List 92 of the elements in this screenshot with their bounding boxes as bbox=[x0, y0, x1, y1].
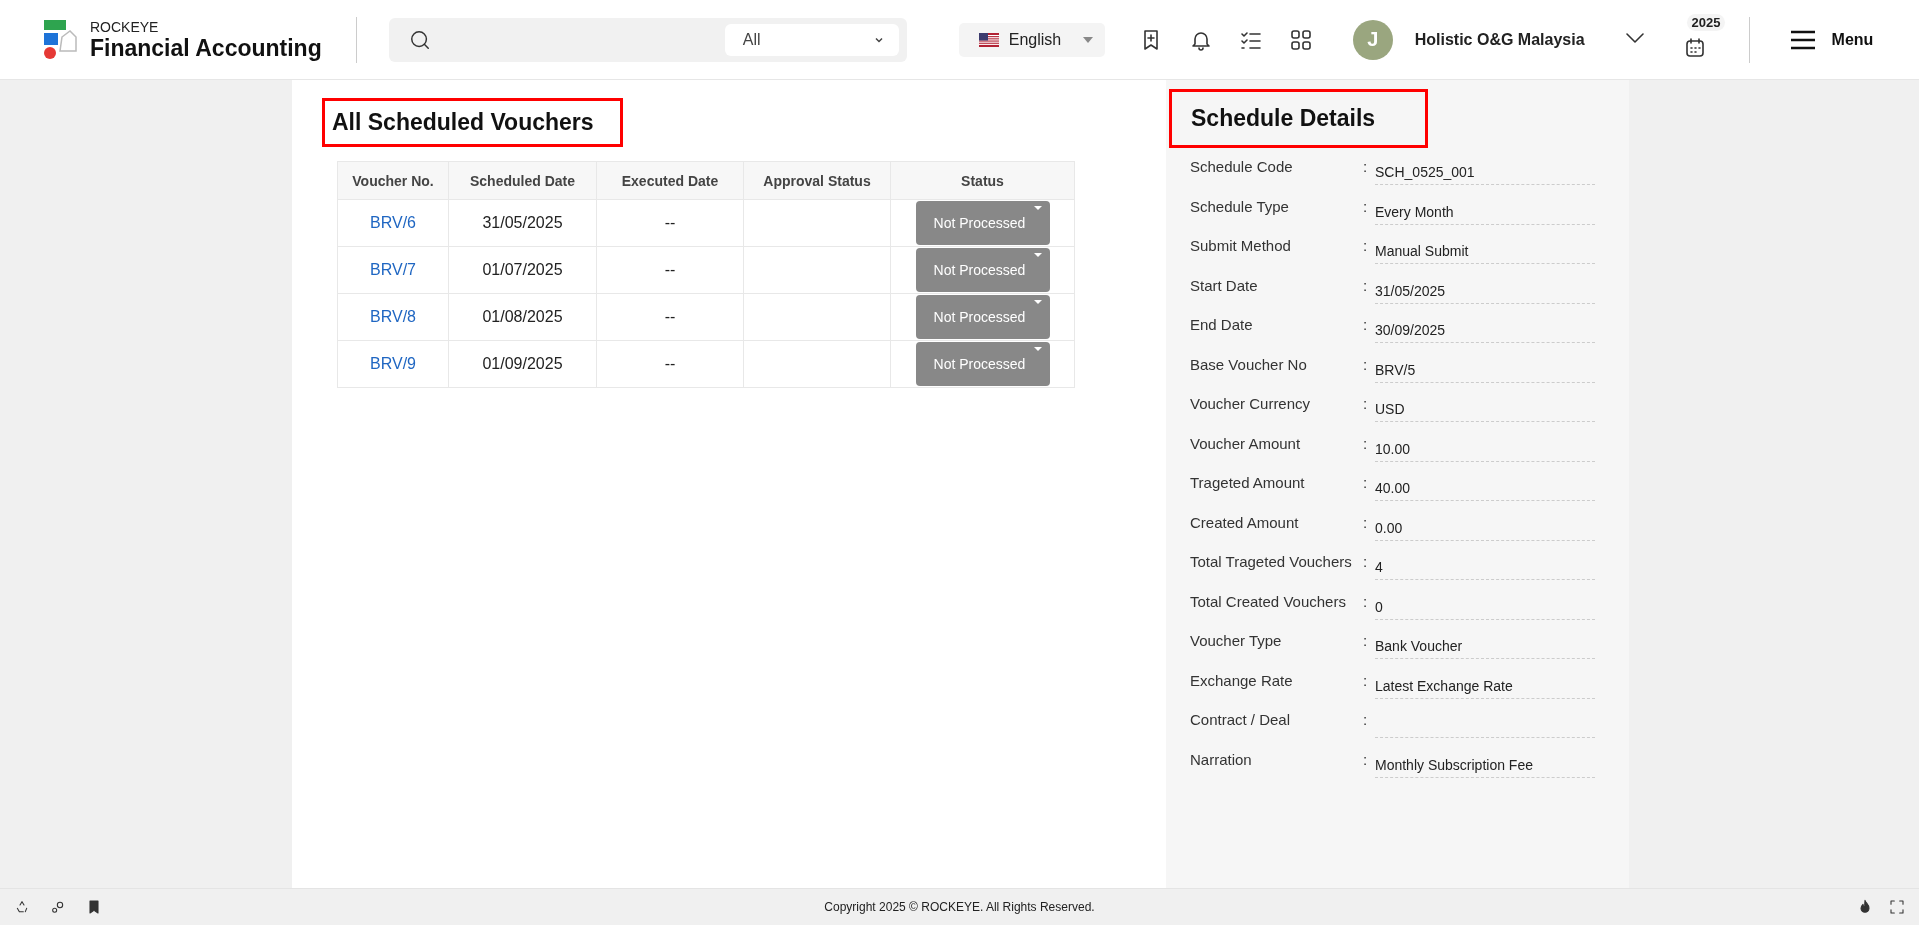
flame-icon[interactable] bbox=[1857, 899, 1873, 915]
column-header: Voucher No. bbox=[337, 161, 449, 200]
field-label: Voucher Currency bbox=[1190, 394, 1312, 412]
column-header: Approval Status bbox=[743, 161, 891, 200]
field-value: 40.00 bbox=[1375, 480, 1411, 496]
field-value: Monthly Subscription Fee bbox=[1375, 756, 1533, 773]
field-label: Narration bbox=[1190, 749, 1253, 768]
status-dropdown[interactable]: Not Processed bbox=[915, 248, 1050, 292]
colon: : bbox=[1363, 512, 1369, 531]
table-cell: -- bbox=[596, 293, 744, 341]
field-label: Created Amount bbox=[1190, 512, 1300, 531]
grid-icon[interactable] bbox=[1288, 27, 1313, 52]
field-value: 0.00 bbox=[1375, 519, 1403, 536]
field-value: BRV/5 bbox=[1375, 361, 1416, 378]
field-value: USD bbox=[1375, 401, 1405, 417]
column-header: Scheduled Date bbox=[448, 161, 597, 200]
field-label: Start Date bbox=[1190, 275, 1259, 294]
field-value: 10.00 bbox=[1375, 440, 1411, 457]
colon: : bbox=[1363, 157, 1369, 175]
colon: : bbox=[1363, 710, 1369, 728]
table-cell: -- bbox=[596, 246, 744, 294]
voucher-link[interactable]: BRV/6 bbox=[370, 214, 416, 231]
caret-icon bbox=[1033, 300, 1042, 304]
colon: : bbox=[1363, 670, 1369, 689]
field-label: Base Voucher No bbox=[1190, 354, 1308, 373]
field-label: Voucher Type bbox=[1190, 631, 1283, 649]
colon: : bbox=[1363, 236, 1369, 254]
search-field[interactable]: All bbox=[388, 17, 907, 62]
company-name: Holistic O&G Malaysia bbox=[1414, 30, 1585, 49]
section-title: Schedule Details bbox=[1169, 89, 1429, 148]
colon: : bbox=[1363, 196, 1369, 215]
caret-icon bbox=[1082, 36, 1093, 43]
voucher-link[interactable]: BRV/8 bbox=[370, 308, 416, 325]
table-cell: 01/08/2025 bbox=[448, 293, 597, 341]
caret-icon bbox=[1033, 347, 1042, 351]
voucher-link[interactable]: BRV/9 bbox=[370, 355, 416, 372]
field-label: Total Trageted Vouchers bbox=[1190, 552, 1353, 570]
colon: : bbox=[1363, 275, 1369, 294]
field-label: Total Created Vouchers bbox=[1190, 591, 1347, 610]
field-label: End Date bbox=[1190, 315, 1254, 333]
table-cell: 31/05/2025 bbox=[448, 199, 597, 247]
table-cell: 01/09/2025 bbox=[448, 340, 597, 388]
table-cell: -- bbox=[596, 199, 744, 247]
bookmark-icon[interactable] bbox=[86, 899, 102, 915]
menu-icon bbox=[1789, 29, 1816, 50]
app-logo bbox=[42, 18, 78, 61]
colon: : bbox=[1363, 552, 1369, 570]
language-selector[interactable]: English bbox=[958, 22, 1105, 57]
copyright-text: Copyright 2025 © ROCKEYE. All Rights Reserved. bbox=[823, 900, 1096, 914]
field-value: 0 bbox=[1375, 598, 1383, 615]
field-value: Every Month bbox=[1375, 203, 1454, 220]
search-icon[interactable] bbox=[408, 28, 431, 51]
column-header: Status bbox=[890, 161, 1075, 200]
status-dropdown[interactable]: Not Processed bbox=[915, 201, 1050, 245]
colon: : bbox=[1363, 315, 1369, 333]
field-value: SCH_0525_001 bbox=[1375, 164, 1475, 180]
year-badge: 2025 bbox=[1686, 13, 1726, 31]
column-header: Executed Date bbox=[596, 161, 744, 200]
field-label: Voucher Amount bbox=[1190, 433, 1302, 452]
field-label: Submit Method bbox=[1190, 236, 1292, 254]
field-label: Contract / Deal bbox=[1190, 710, 1292, 728]
colon: : bbox=[1363, 394, 1369, 412]
field-value: Latest Exchange Rate bbox=[1375, 677, 1513, 694]
fullscreen-icon[interactable] bbox=[1889, 899, 1905, 915]
caret-icon bbox=[1033, 206, 1042, 210]
caret-icon bbox=[1033, 253, 1042, 257]
status-dropdown[interactable]: Not Processed bbox=[915, 342, 1050, 386]
search-filter-dropdown[interactable]: All bbox=[724, 23, 899, 56]
colon: : bbox=[1363, 473, 1369, 491]
colon: : bbox=[1363, 749, 1369, 768]
colon: : bbox=[1363, 631, 1369, 649]
field-label: Exchange Rate bbox=[1190, 670, 1294, 689]
field-label: Schedule Code bbox=[1190, 157, 1294, 175]
field-label: Schedule Type bbox=[1190, 196, 1290, 215]
field-value: Bank Voucher bbox=[1375, 638, 1463, 654]
section-title: All Scheduled Vouchers bbox=[322, 98, 623, 147]
flag-icon bbox=[978, 32, 999, 47]
status-dropdown[interactable]: Not Processed bbox=[915, 295, 1050, 339]
voucher-link[interactable]: BRV/7 bbox=[370, 261, 416, 278]
colon: : bbox=[1363, 354, 1369, 373]
field-label: Trageted Amount bbox=[1190, 473, 1306, 491]
app-name: Financial Accounting bbox=[90, 34, 322, 61]
colon: : bbox=[1363, 591, 1369, 610]
menu-button[interactable]: Menu bbox=[1789, 29, 1874, 50]
field-value: Manual Submit bbox=[1375, 243, 1469, 259]
table-cell: 01/07/2025 bbox=[448, 246, 597, 294]
field-value: 4 bbox=[1375, 559, 1383, 575]
field-value: 31/05/2025 bbox=[1375, 282, 1446, 299]
field-value: 30/09/2025 bbox=[1375, 322, 1446, 338]
table-cell: -- bbox=[596, 340, 744, 388]
colon: : bbox=[1363, 433, 1369, 452]
brand-subtitle: ROCKEYE bbox=[90, 18, 160, 35]
